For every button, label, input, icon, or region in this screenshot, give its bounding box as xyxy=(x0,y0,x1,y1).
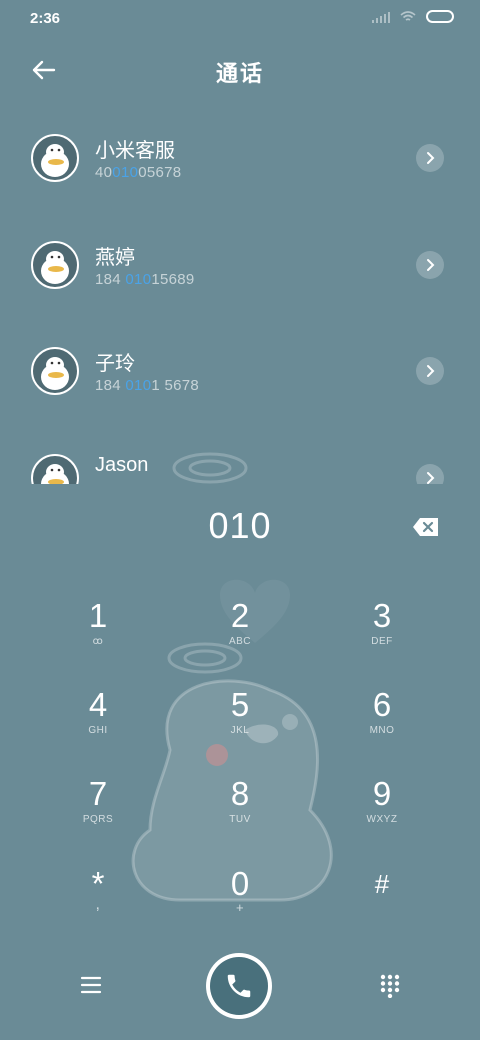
dialer-bottom-bar xyxy=(0,950,480,1030)
dial-key-2[interactable]: 2 ABC xyxy=(180,598,300,668)
contact-search-results: 小米客服 4001005678 燕婷 184 01015689 子玲 184 0… xyxy=(0,104,480,484)
dial-key-5[interactable]: 5 JKL xyxy=(180,687,300,757)
key-digit: 9 xyxy=(372,775,392,812)
key-digit: 6 xyxy=(372,686,392,723)
chevron-right-icon xyxy=(427,152,435,164)
contact-row[interactable]: 小米客服 4001005678 xyxy=(0,104,480,210)
duck-avatar-icon xyxy=(41,464,69,484)
page-title: 通话 xyxy=(215,61,264,86)
number-match: 010 xyxy=(125,271,152,288)
contact-name: 子玲 xyxy=(95,353,135,375)
menu-icon[interactable] xyxy=(80,975,102,995)
dialpad-icon[interactable] xyxy=(380,974,400,998)
number-part: 05678 xyxy=(138,164,182,181)
contact-name: 燕婷 xyxy=(95,247,135,269)
contact-detail-button[interactable] xyxy=(416,464,444,484)
contact-avatar xyxy=(31,347,79,395)
dialed-number-display[interactable]: 010 xyxy=(0,505,480,547)
contact-avatar xyxy=(31,134,79,182)
number-part: 184 xyxy=(95,377,126,394)
contact-number: 4001005678 xyxy=(95,164,181,181)
app-header: 通话 xyxy=(0,48,480,92)
status-icons xyxy=(372,10,454,23)
chevron-right-icon xyxy=(427,259,435,271)
contact-row[interactable]: Jason xyxy=(0,424,480,484)
number-part: 15689 xyxy=(151,271,195,288)
key-letters: , xyxy=(95,896,101,913)
key-digit: 3 xyxy=(372,597,392,634)
key-digit: 8 xyxy=(230,775,250,812)
dial-key-8[interactable]: 8 TUV xyxy=(180,776,300,846)
signal-icon xyxy=(372,11,390,23)
number-match: 010 xyxy=(112,164,139,181)
key-letters: TUV xyxy=(229,814,251,825)
key-letters: ABC xyxy=(228,636,252,647)
number-part: 1 5678 xyxy=(151,377,200,394)
contact-detail-button[interactable] xyxy=(416,251,444,279)
call-button-inner xyxy=(210,957,268,1015)
status-time: 2:36 xyxy=(30,10,61,27)
dial-key-3[interactable]: 3 DEF xyxy=(322,598,442,668)
dial-key-4[interactable]: 4 GHI xyxy=(38,687,158,757)
number-part: 184 xyxy=(95,271,126,288)
number-match: 010 xyxy=(125,377,152,394)
key-digit: 2 xyxy=(230,597,250,634)
key-digit: 0 xyxy=(230,865,250,902)
dial-key-hash[interactable]: # xyxy=(322,866,442,936)
chevron-right-icon xyxy=(427,365,435,377)
contact-row[interactable]: 子玲 184 0101 5678 xyxy=(0,317,480,423)
key-letters: GHI xyxy=(88,725,108,736)
key-letters: WXYZ xyxy=(366,814,398,825)
duck-avatar-icon xyxy=(41,357,69,390)
dial-key-star[interactable]: *, xyxy=(38,866,158,936)
phone-icon xyxy=(227,974,251,998)
key-digit: 4 xyxy=(88,686,108,723)
contact-name: Jason xyxy=(95,454,149,476)
voicemail-icon: ꝏ xyxy=(92,636,104,647)
contact-avatar xyxy=(31,241,79,289)
contact-detail-button[interactable] xyxy=(416,357,444,385)
contact-number: 184 01015689 xyxy=(95,271,195,288)
key-letters: DEF xyxy=(371,636,393,647)
wifi-icon xyxy=(400,10,416,21)
contact-detail-button[interactable] xyxy=(416,144,444,172)
dial-key-6[interactable]: 6 MNO xyxy=(322,687,442,757)
chevron-right-icon xyxy=(427,472,435,484)
dial-key-9[interactable]: 9 WXYZ xyxy=(322,776,442,846)
key-letters: PQRS xyxy=(82,814,114,825)
number-part: 40 xyxy=(95,164,113,181)
contact-name: 小米客服 xyxy=(95,140,175,162)
key-digit: 7 xyxy=(88,775,108,812)
dial-key-7[interactable]: 7 PQRS xyxy=(38,776,158,846)
contact-avatar xyxy=(31,454,79,484)
contact-row[interactable]: 燕婷 184 01015689 xyxy=(0,211,480,317)
call-button[interactable] xyxy=(206,953,272,1019)
key-letters: JKL xyxy=(230,725,250,736)
battery-icon xyxy=(426,10,454,23)
duck-avatar-icon xyxy=(41,144,69,177)
key-digit: 5 xyxy=(230,686,250,723)
key-digit: # xyxy=(374,869,390,899)
key-letters: + xyxy=(235,900,245,915)
dial-key-0[interactable]: 0 + xyxy=(180,866,300,936)
status-bar: 2:36 xyxy=(0,0,480,36)
contact-number: 184 0101 5678 xyxy=(95,377,199,394)
key-letters: MNO xyxy=(369,725,395,736)
key-digit: 1 xyxy=(88,597,108,634)
backspace-icon[interactable] xyxy=(412,517,440,537)
dial-key-1[interactable]: 1ꝏ xyxy=(38,598,158,668)
duck-avatar-icon xyxy=(41,251,69,284)
